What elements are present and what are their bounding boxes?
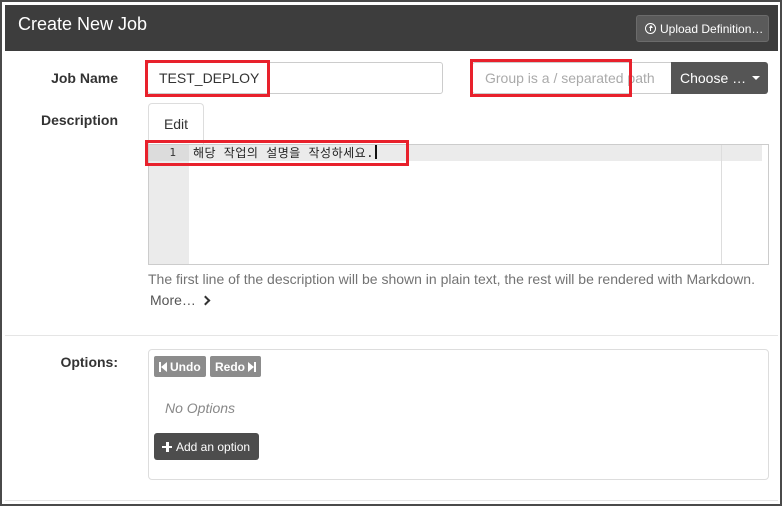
page-header: Create New Job Upload Definition… (5, 5, 778, 51)
upload-definition-label: Upload Definition… (660, 21, 764, 36)
add-option-label: Add an option (176, 439, 251, 454)
add-option-button[interactable]: Add an option (154, 433, 259, 460)
undo-label: Undo (170, 359, 201, 374)
description-help-text: The first line of the description will b… (148, 271, 755, 287)
caret-down-icon (752, 76, 761, 80)
step-backward-icon (159, 361, 167, 372)
step-forward-icon (248, 361, 256, 372)
redo-label: Redo (215, 359, 245, 374)
plus-icon (162, 441, 172, 452)
chevron-right-icon (200, 295, 211, 305)
options-panel: Undo Redo No Options Add an option (148, 349, 769, 480)
more-link[interactable]: More… (150, 292, 211, 308)
no-options-text: No Options (165, 400, 236, 416)
more-link-label: More… (150, 292, 196, 308)
highlight-job-name (145, 60, 270, 97)
options-label: Options: (60, 354, 118, 370)
upload-circle-icon (645, 23, 656, 34)
tab-edit[interactable]: Edit (148, 103, 204, 145)
choose-group-button[interactable]: Choose … (671, 62, 768, 94)
section-divider (5, 335, 778, 336)
highlight-group-path (470, 59, 632, 97)
editor-scrollbar[interactable] (721, 145, 722, 264)
choose-group-label: Choose … (680, 70, 747, 86)
page-title: Create New Job (18, 14, 148, 34)
bottom-divider (5, 500, 778, 501)
job-name-label: Job Name (51, 70, 118, 86)
highlight-description-line (145, 140, 409, 166)
description-label: Description (40, 112, 118, 128)
upload-definition-button[interactable]: Upload Definition… (636, 15, 769, 42)
create-job-window: Create New Job Upload Definition… Job Na… (0, 0, 782, 506)
redo-button[interactable]: Redo (210, 356, 261, 377)
undo-button[interactable]: Undo (154, 356, 206, 377)
